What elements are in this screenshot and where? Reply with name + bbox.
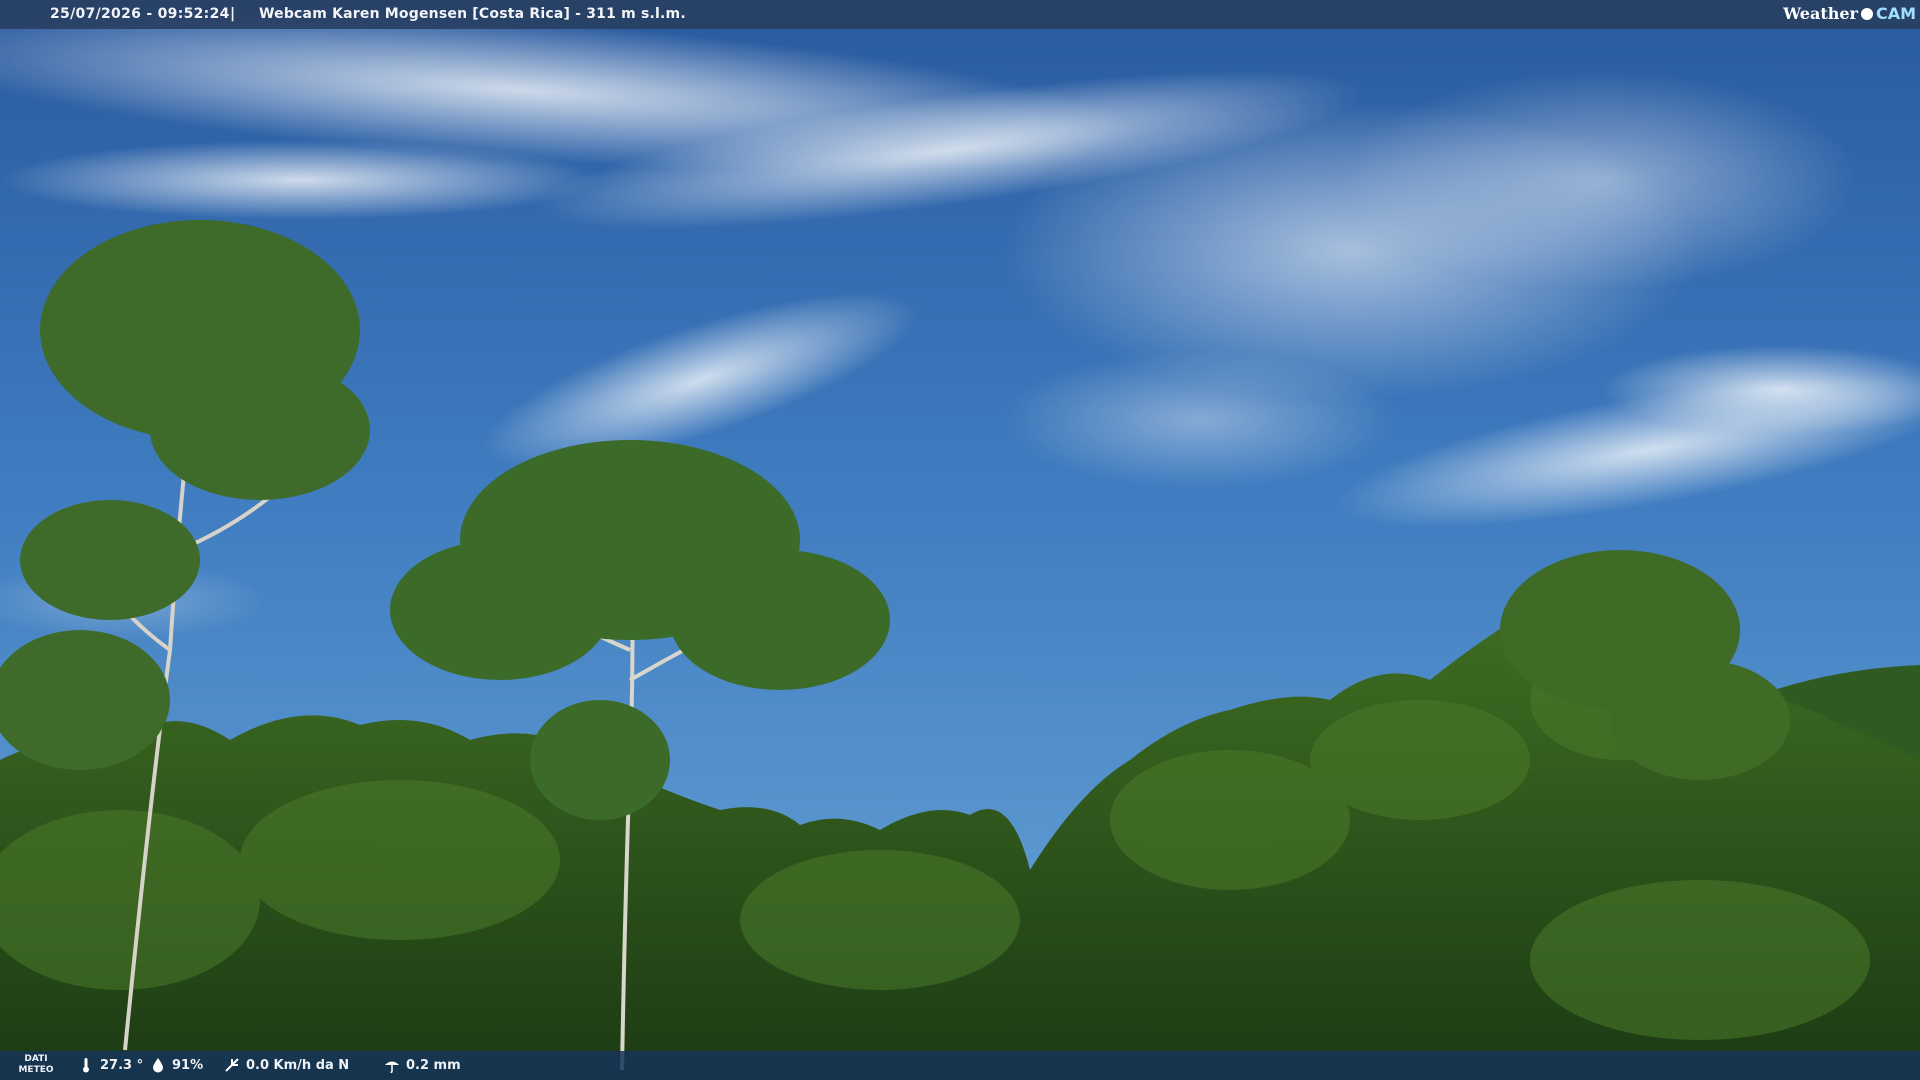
separator: | [230, 6, 236, 22]
rain-readout: 0.2 mm [384, 1057, 461, 1073]
humidity-value: 91% [172, 1057, 204, 1073]
rain-value: 0.2 mm [406, 1057, 461, 1073]
wind-icon [225, 1058, 239, 1072]
logo-weather-text: Weather [1783, 4, 1858, 23]
timestamp: 25/07/2026 - 09:52:24 [50, 6, 230, 22]
top-overlay-bar: 25/07/2026 - 09:52:24 | Webcam Karen Mog… [0, 0, 1920, 29]
meteo-label: METEO [18, 1065, 54, 1075]
dati-label: DATI [24, 1054, 48, 1064]
rain-icon [385, 1061, 399, 1073]
sun-icon [1860, 7, 1873, 20]
dati-meteo-label: DATI METEO [16, 1054, 56, 1076]
temperature-value: 27.3 ° [100, 1057, 144, 1073]
weather-data-bar: DATI METEO 27.3 ° 91% 0.0 Km/h da N 0.2 … [0, 1051, 1920, 1080]
thermometer-icon [83, 1058, 89, 1073]
temperature-readout: 27.3 ° [78, 1057, 143, 1073]
wind-readout: 0.0 Km/h da N [224, 1057, 349, 1073]
weathercam-logo: Weather CAM [1783, 4, 1916, 23]
humidity-icon [153, 1058, 163, 1073]
webcam-scene [0, 0, 1920, 1080]
wind-value: 0.0 Km/h da N [246, 1057, 350, 1073]
humidity-readout: 91% [150, 1057, 203, 1073]
webcam-title: Webcam Karen Mogensen [Costa Rica] - 311… [259, 6, 686, 22]
logo-cam-text: CAM [1875, 4, 1916, 23]
